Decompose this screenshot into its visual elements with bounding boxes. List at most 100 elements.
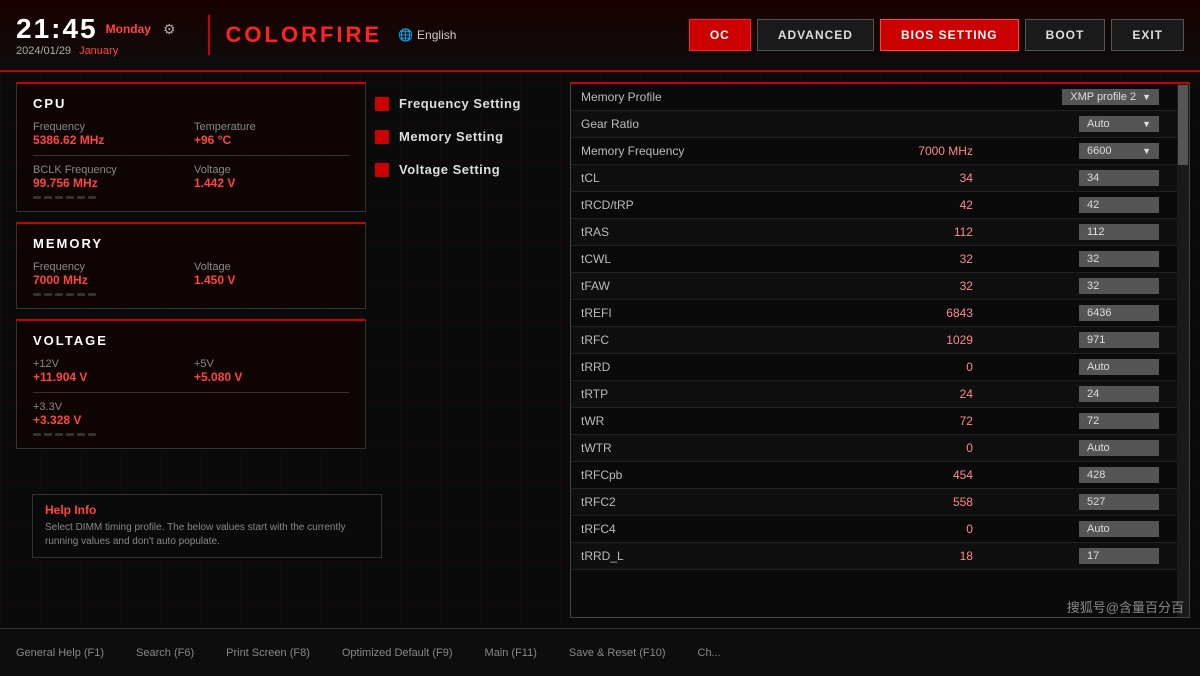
bottom-bar: General Help (F1) Search (F6) Print Scre… — [0, 628, 1200, 676]
setting-input-box[interactable]: Auto — [1079, 521, 1159, 537]
setting-input-box[interactable]: 42 — [1079, 197, 1159, 213]
setting-input-box[interactable]: 6600▼ — [1079, 143, 1159, 159]
setting-name: tWR — [571, 408, 880, 435]
table-row: Memory Profile XMP profile 2▼ — [571, 84, 1189, 111]
setting-name: Memory Profile — [571, 84, 880, 111]
save-f10[interactable]: Save & Reset (F10) — [569, 647, 666, 659]
setting-input[interactable]: 971 — [983, 327, 1189, 354]
cpu-title: CPU — [33, 96, 349, 111]
top-bar: 21:45 Monday ⚙ 2024/01/29 January COLORF… — [0, 0, 1200, 72]
setting-input-box[interactable]: 112 — [1079, 224, 1159, 240]
setting-input[interactable]: 428 — [983, 462, 1189, 489]
setting-current-value: 0 — [880, 435, 983, 462]
setting-input[interactable]: 32 — [983, 273, 1189, 300]
table-row: tCL3434 — [571, 165, 1189, 192]
setting-input[interactable]: Auto — [983, 516, 1189, 543]
setting-input[interactable]: 34 — [983, 165, 1189, 192]
setting-input[interactable]: 42 — [983, 192, 1189, 219]
setting-current-value: 1029 — [880, 327, 983, 354]
setting-input[interactable]: 32 — [983, 246, 1189, 273]
help-f1[interactable]: General Help (F1) — [16, 647, 104, 659]
setting-current-value: 32 — [880, 246, 983, 273]
cat-frequency-indicator — [375, 97, 389, 111]
cpu-temp-label: Temperature — [194, 121, 349, 133]
table-row: tRFCpb454428 — [571, 462, 1189, 489]
table-row: tWTR0Auto — [571, 435, 1189, 462]
setting-current-value: 7000 MHz — [880, 138, 983, 165]
setting-input[interactable]: Auto — [983, 354, 1189, 381]
mem-volt-label: Voltage — [194, 261, 349, 273]
setting-current-value: 0 — [880, 516, 983, 543]
print-f8[interactable]: Print Screen (F8) — [226, 647, 310, 659]
setting-current-value: 24 — [880, 381, 983, 408]
cat-memory[interactable]: Memory Setting — [375, 123, 560, 150]
table-row: tRCD/tRP4242 — [571, 192, 1189, 219]
cpu-bclk-value: 99.756 MHz — [33, 176, 188, 190]
memory-title: MEMORY — [33, 236, 349, 251]
setting-input[interactable]: 112 — [983, 219, 1189, 246]
table-row: Gear RatioAuto▼ — [571, 111, 1189, 138]
setting-input-box[interactable]: 428 — [1079, 467, 1159, 483]
setting-current-value: 558 — [880, 489, 983, 516]
setting-input-box[interactable]: 34 — [1079, 170, 1159, 186]
setting-input-box[interactable]: Auto — [1079, 359, 1159, 375]
setting-input-box[interactable]: 971 — [1079, 332, 1159, 348]
setting-input[interactable]: 17 — [983, 543, 1189, 570]
voltage-title: VOLTAGE — [33, 333, 349, 348]
setting-input-box[interactable]: 527 — [1079, 494, 1159, 510]
clock-date: 2024/01/29 — [16, 45, 71, 57]
datetime-display: 21:45 Monday ⚙ 2024/01/29 January — [16, 13, 176, 57]
cpu-volt-value: 1.442 V — [194, 176, 349, 190]
mem-freq-value: 7000 MHz — [33, 273, 188, 287]
dropdown-arrow-icon: ▼ — [1142, 119, 1151, 129]
setting-input[interactable]: Auto — [983, 435, 1189, 462]
setting-input[interactable]: 6436 — [983, 300, 1189, 327]
setting-input[interactable]: 6600▼ — [983, 138, 1189, 165]
scrollbar-thumb[interactable] — [1178, 85, 1188, 165]
setting-input-box[interactable]: 32 — [1079, 251, 1159, 267]
cpu-freq-label: Frequency — [33, 121, 188, 133]
table-row: tRAS112112 — [571, 219, 1189, 246]
setting-name: tCWL — [571, 246, 880, 273]
setting-name: tRRD_L — [571, 543, 880, 570]
language-selector[interactable]: 🌐 English — [398, 28, 456, 42]
table-row: tWR7272 — [571, 408, 1189, 435]
help-section: Help Info Select DIMM timing profile. Th… — [32, 494, 382, 558]
setting-current-value: 6843 — [880, 300, 983, 327]
setting-input[interactable]: 527 — [983, 489, 1189, 516]
language-label: English — [417, 28, 456, 42]
setting-current-value: 454 — [880, 462, 983, 489]
setting-input-box[interactable]: 17 — [1079, 548, 1159, 564]
nav-boot[interactable]: BOOT — [1025, 19, 1106, 51]
setting-input-box[interactable]: 72 — [1079, 413, 1159, 429]
nav-oc[interactable]: OC — [689, 19, 751, 51]
v12-label: +12V — [33, 358, 188, 370]
scrollbar[interactable] — [1177, 84, 1189, 617]
settings-icon[interactable]: ⚙ — [163, 21, 176, 38]
table-row: tREFI68436436 — [571, 300, 1189, 327]
setting-input-box[interactable]: Auto — [1079, 440, 1159, 456]
setting-current-value: 18 — [880, 543, 983, 570]
nav-bios-setting[interactable]: BIOS SETTING — [880, 19, 1019, 51]
setting-input-box[interactable]: Auto▼ — [1079, 116, 1159, 132]
setting-input-box[interactable]: 32 — [1079, 278, 1159, 294]
setting-input[interactable]: XMP profile 2▼ — [983, 84, 1189, 111]
nav-advanced[interactable]: ADVANCED — [757, 19, 874, 51]
setting-name: tRFC2 — [571, 489, 880, 516]
main-f11[interactable]: Main (F11) — [485, 647, 537, 659]
nav-exit[interactable]: EXIT — [1111, 19, 1184, 51]
cpu-volt-label: Voltage — [194, 164, 349, 176]
search-f6[interactable]: Search (F6) — [136, 647, 194, 659]
setting-input-box[interactable]: 6436 — [1079, 305, 1159, 321]
setting-name: tRCD/tRP — [571, 192, 880, 219]
setting-input-box[interactable]: 24 — [1079, 386, 1159, 402]
setting-input[interactable]: Auto▼ — [983, 111, 1189, 138]
setting-name: tCL — [571, 165, 880, 192]
optimized-f9[interactable]: Optimized Default (F9) — [342, 647, 453, 659]
cat-voltage[interactable]: Voltage Setting — [375, 156, 560, 183]
setting-name: tFAW — [571, 273, 880, 300]
setting-input[interactable]: 72 — [983, 408, 1189, 435]
cat-frequency[interactable]: Frequency Setting — [375, 90, 560, 117]
setting-input-box[interactable]: XMP profile 2▼ — [1062, 89, 1159, 105]
setting-input[interactable]: 24 — [983, 381, 1189, 408]
